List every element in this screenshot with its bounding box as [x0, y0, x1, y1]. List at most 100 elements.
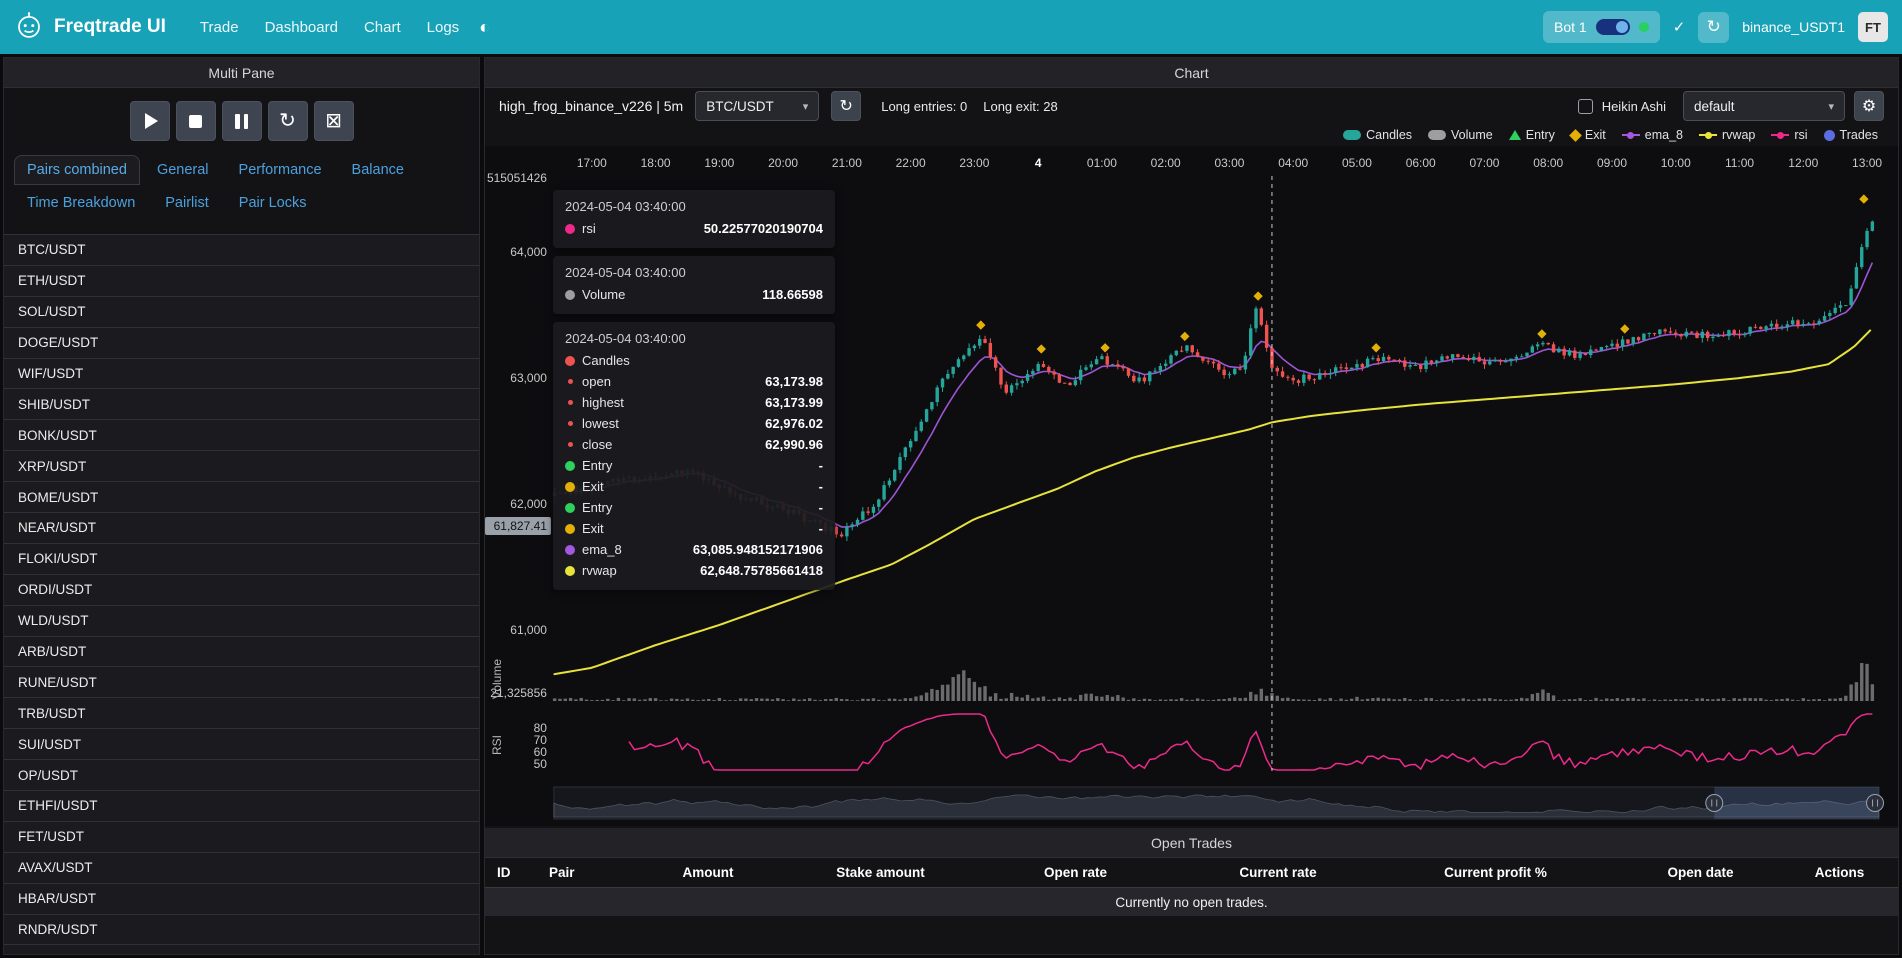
svg-text:01:00: 01:00: [1087, 156, 1117, 170]
open-trades-empty-row: Currently no open trades.: [485, 888, 1898, 916]
legend-item-candles[interactable]: Candles: [1343, 128, 1412, 142]
svg-text:62,000: 62,000: [510, 497, 547, 511]
pair-list-item[interactable]: AVAX/USDT: [4, 853, 479, 884]
pair-list-item[interactable]: NEAR/USDT: [4, 513, 479, 544]
legend-item-rsi[interactable]: rsi: [1771, 128, 1807, 142]
pair-list-item[interactable]: SOL/USDT: [4, 297, 479, 328]
pair-list-item[interactable]: SHIB/USDT: [4, 389, 479, 420]
chart-annotations: 51505142664,00063,00062,00061,00021,3258…: [485, 156, 1882, 771]
datazoom-slider[interactable]: [554, 787, 1884, 819]
pair-list-item[interactable]: BTC/USDT: [4, 235, 479, 266]
svg-text:23:00: 23:00: [959, 156, 989, 170]
legend-item-volume[interactable]: Volume: [1428, 128, 1493, 142]
tab-pairs-combined[interactable]: Pairs combined: [14, 155, 140, 185]
chart-toolbar: high_frog_binance_v226 | 5m BTC/USDT ▾ ↻…: [485, 88, 1898, 124]
pair-list-item[interactable]: HBAR/USDT: [4, 884, 479, 915]
pair-list-item[interactable]: RUNE/USDT: [4, 667, 479, 698]
legend-label: Trades: [1840, 128, 1878, 142]
price-chart[interactable]: 51505142664,00063,00062,00061,00021,3258…: [485, 146, 1898, 826]
rsi-marker-icon: [1771, 132, 1789, 139]
nav-item-logs[interactable]: Logs: [427, 19, 460, 36]
nav-item-trade[interactable]: Trade: [200, 19, 239, 36]
legend-item-rvwap[interactable]: rvwap: [1699, 128, 1755, 142]
legend-item-ema_8[interactable]: ema_8: [1622, 128, 1683, 142]
pair-list-item[interactable]: RNDR/USDT: [4, 915, 479, 946]
pair-list-item[interactable]: ARB/USDT: [4, 637, 479, 668]
svg-text:61,827.41: 61,827.41: [494, 519, 548, 533]
bot-selector[interactable]: Bot 1: [1543, 11, 1660, 43]
trades-marker-icon: [1824, 130, 1835, 141]
legend-label: ema_8: [1645, 128, 1683, 142]
freqtrade-logo-icon: [14, 10, 44, 45]
svg-text:4: 4: [1035, 156, 1042, 170]
theme-toggle-icon[interactable]: ◐: [479, 17, 490, 38]
pair-list-item[interactable]: AR/USDT: [4, 945, 479, 955]
tab-time-breakdown[interactable]: Time Breakdown: [14, 188, 148, 218]
tab-performance[interactable]: Performance: [226, 155, 335, 185]
svg-text:02:00: 02:00: [1151, 156, 1181, 170]
check-icon: ✓: [1673, 18, 1686, 36]
column-header-open-date: Open date: [1608, 865, 1793, 880]
column-header-pair: Pair: [549, 865, 633, 880]
pair-list-item[interactable]: XRP/USDT: [4, 451, 479, 482]
trade-counts: Long entries: 0 Long exit: 28: [881, 99, 1057, 114]
tab-balance[interactable]: Balance: [339, 155, 417, 185]
pair-select[interactable]: BTC/USDT ▾: [695, 91, 819, 121]
svg-text:10:00: 10:00: [1661, 156, 1691, 170]
pair-list-item[interactable]: FLOKI/USDT: [4, 544, 479, 575]
column-header-current-rate: Current rate: [1173, 865, 1383, 880]
chart-settings-button[interactable]: ⚙: [1854, 91, 1884, 121]
start-button[interactable]: [130, 101, 170, 141]
exit-marker-icon: [1100, 343, 1109, 352]
pair-list-item[interactable]: SUI/USDT: [4, 729, 479, 760]
open-trades-title: Open Trades: [485, 828, 1898, 858]
svg-text:06:00: 06:00: [1406, 156, 1436, 170]
reload-config-button[interactable]: ↻: [268, 101, 308, 141]
bot-control-buttons: ↻⊠: [4, 88, 479, 149]
legend-label: Exit: [1585, 128, 1606, 142]
pair-list-item[interactable]: BOME/USDT: [4, 482, 479, 513]
cancel-open-orders-button[interactable]: ⊠: [314, 101, 354, 141]
tab-pair-locks[interactable]: Pair Locks: [226, 188, 320, 218]
nav-item-dashboard[interactable]: Dashboard: [265, 19, 338, 36]
svg-text:515051426: 515051426: [487, 171, 547, 185]
stop-button[interactable]: [176, 101, 216, 141]
pair-list-item[interactable]: DOGE/USDT: [4, 328, 479, 359]
legend-item-exit[interactable]: Exit: [1571, 128, 1606, 142]
multi-pane-panel: Multi Pane ↻⊠ Pairs combinedGeneralPerfo…: [3, 57, 480, 955]
pair-list-item[interactable]: WLD/USDT: [4, 606, 479, 637]
avatar[interactable]: FT: [1858, 12, 1888, 42]
pair-list-item[interactable]: BONK/USDT: [4, 420, 479, 451]
legend-item-entry[interactable]: Entry: [1509, 128, 1555, 142]
pause-button[interactable]: [222, 101, 262, 141]
refresh-icon: ↻: [1707, 17, 1721, 37]
exit-marker-icon: [1253, 291, 1262, 300]
pair-list-item[interactable]: FET/USDT: [4, 822, 479, 853]
svg-text:21:00: 21:00: [832, 156, 862, 170]
pair-list-item[interactable]: WIF/USDT: [4, 359, 479, 390]
nav-item-chart[interactable]: Chart: [364, 19, 401, 36]
pair-list-item[interactable]: OP/USDT: [4, 760, 479, 791]
overlay-lines: [554, 263, 1873, 770]
pair-list-item[interactable]: ETHFI/USDT: [4, 791, 479, 822]
entry-marker-icon: [1509, 130, 1521, 140]
heikin-ashi-checkbox[interactable]: [1578, 99, 1593, 114]
svg-text:Volume: Volume: [490, 659, 504, 699]
long-exits-label: Long exit: 28: [983, 99, 1057, 114]
legend-item-trades[interactable]: Trades: [1824, 128, 1878, 142]
chart-refresh-button[interactable]: ↻: [831, 91, 861, 121]
pair-list-item[interactable]: ORDI/USDT: [4, 575, 479, 606]
plot-config-select[interactable]: default ▾: [1683, 91, 1845, 121]
tab-pairlist[interactable]: Pairlist: [152, 188, 222, 218]
login-name: binance_USDT1: [1742, 19, 1845, 35]
chart-title: Chart: [485, 58, 1898, 88]
refresh-button[interactable]: ↻: [1698, 12, 1729, 43]
tab-general[interactable]: General: [144, 155, 222, 185]
chart-canvas: 51505142664,00063,00062,00061,00021,3258…: [485, 146, 1898, 826]
exit-marker-icon: [1537, 329, 1546, 338]
pair-list-item[interactable]: TRB/USDT: [4, 698, 479, 729]
svg-text:03:00: 03:00: [1214, 156, 1244, 170]
pair-select-value: BTC/USDT: [706, 99, 774, 114]
bot-toggle[interactable]: [1596, 19, 1630, 35]
pair-list-item[interactable]: ETH/USDT: [4, 266, 479, 297]
